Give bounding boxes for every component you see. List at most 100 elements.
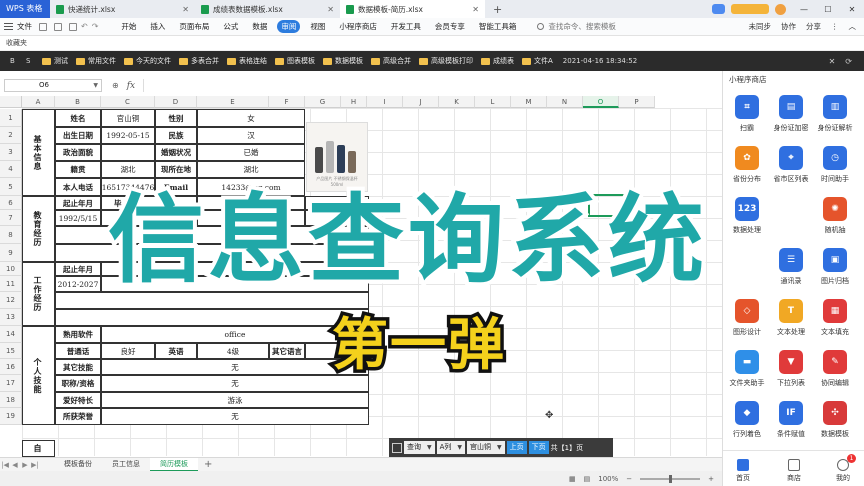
folder-bar-close-icon[interactable]: ✕ — [829, 57, 836, 66]
app-dropdown[interactable]: ▼ 下拉列表 — [769, 350, 813, 388]
app-number-123[interactable]: 123 数据处理 — [725, 197, 769, 235]
ribbon-tab[interactable]: 开发工具 — [384, 21, 428, 32]
ribbon-tab[interactable]: 审阅 — [277, 20, 301, 33]
preview-icon[interactable] — [69, 22, 77, 31]
close-icon[interactable]: ✕ — [472, 5, 479, 14]
row-header[interactable]: 9 — [0, 244, 22, 262]
minimize-icon[interactable]: — — [792, 5, 816, 14]
zoom-search-icon[interactable]: ⊕ — [112, 81, 119, 90]
column-header[interactable]: C — [101, 96, 155, 108]
zoom-level[interactable]: 100% — [598, 475, 618, 483]
app-text-fill[interactable]: ▦ 文本填充 — [813, 299, 857, 337]
row-header[interactable]: 16 — [0, 359, 22, 375]
sheet-tab[interactable]: 模板备份 — [54, 458, 102, 472]
prev-sheet-icon[interactable]: ◀ — [10, 461, 20, 469]
column-header[interactable]: P — [619, 96, 655, 108]
folder-item[interactable]: 测试 — [42, 56, 68, 66]
zoom-thumb[interactable] — [668, 474, 672, 483]
app-if[interactable]: IF 条件赋值 — [769, 401, 813, 439]
row-header[interactable]: 11 — [0, 276, 22, 292]
drive-letter-s[interactable]: S — [26, 57, 42, 65]
folder-item[interactable]: 常用文件 — [76, 56, 116, 66]
app-network[interactable]: ✣ 数据模板 — [813, 401, 857, 439]
folder-item[interactable]: 高级模板打印 — [419, 56, 473, 66]
collab-button[interactable]: 协作 — [781, 21, 796, 32]
first-sheet-icon[interactable]: |◀ — [0, 461, 10, 469]
sheet-tab[interactable]: 简历模板 — [150, 457, 198, 472]
column-header[interactable]: H — [341, 96, 367, 108]
ribbon-tab[interactable]: 数据 — [245, 21, 274, 32]
row-header[interactable]: 4 — [0, 161, 22, 178]
favorites-label[interactable]: 收藏夹 — [6, 38, 27, 48]
undo-icon[interactable]: ↶ — [81, 22, 88, 31]
share-button[interactable]: 分享 — [806, 21, 821, 32]
add-sheet-icon[interactable]: + — [198, 459, 218, 470]
column-header[interactable]: F — [269, 96, 305, 108]
command-search[interactable]: 查找命令、搜索模板 — [537, 21, 616, 32]
column-header[interactable]: B — [55, 96, 101, 108]
ribbon-tab[interactable]: 开始 — [114, 21, 143, 32]
panel-store[interactable]: 商店 — [774, 459, 814, 483]
row-header[interactable]: 14 — [0, 326, 22, 343]
select-all-corner[interactable] — [0, 96, 22, 108]
query-settings-icon[interactable] — [392, 442, 402, 453]
member-badge[interactable] — [731, 4, 769, 14]
query-mode-select[interactable]: 查询 ▼ — [404, 441, 435, 454]
folder-item[interactable]: 今天的文件 — [124, 56, 171, 66]
sheet-tab[interactable]: 员工信息 — [102, 458, 150, 472]
folder-item[interactable]: 多表合并 — [179, 56, 219, 66]
ribbon-tab[interactable]: 视图 — [303, 21, 332, 32]
print-icon[interactable] — [54, 22, 62, 31]
zoom-out-icon[interactable]: − — [626, 475, 632, 483]
app-clock[interactable]: ◷ 时间助手 — [813, 146, 857, 184]
value-ethnic[interactable]: 汉 — [197, 127, 305, 144]
work-row-empty[interactable] — [55, 309, 369, 326]
redo-icon[interactable]: ↷ — [92, 22, 99, 31]
query-column-select[interactable]: A列 ▼ — [436, 441, 466, 454]
next-sheet-icon[interactable]: ▶ — [20, 461, 30, 469]
value-party[interactable] — [101, 144, 155, 161]
value-english[interactable]: 4级 — [197, 343, 269, 359]
last-sheet-icon[interactable]: ▶| — [30, 461, 40, 469]
app-design[interactable]: ◇ 图形设计 — [725, 299, 769, 337]
column-header[interactable]: M — [511, 96, 547, 108]
value-title[interactable]: 无 — [101, 375, 369, 392]
collapse-ribbon-icon[interactable]: ︿ — [849, 21, 857, 32]
folder-item[interactable]: 图表模板 — [275, 56, 315, 66]
view-page-icon[interactable]: ▤ — [584, 475, 591, 483]
row-header[interactable]: 1 — [0, 109, 22, 127]
ribbon-tab[interactable]: 智能工具箱 — [472, 21, 524, 32]
column-header[interactable]: E — [197, 96, 269, 108]
zoom-slider[interactable] — [640, 474, 701, 483]
value-hobby[interactable]: 游泳 — [101, 392, 369, 408]
app-location[interactable]: ⌖ 省市区列表 — [769, 146, 813, 184]
folder-item[interactable]: 数据模板 — [323, 56, 363, 66]
ribbon-tab[interactable]: 页面布局 — [172, 21, 216, 32]
value-mandarin[interactable]: 良好 — [101, 343, 155, 359]
app-id-parse[interactable]: ▥ 身份证解析 — [813, 95, 857, 133]
row-header[interactable]: 7 — [0, 210, 22, 226]
value-name[interactable]: 官山铜 — [101, 109, 155, 127]
folder-item[interactable]: 表格连结 — [227, 56, 267, 66]
column-header[interactable]: G — [305, 96, 341, 108]
menu-icon[interactable] — [4, 23, 13, 30]
value-honor[interactable]: 无 — [101, 408, 369, 425]
product-photo[interactable]: 产品图片 不锈钢保温杯 500ml — [306, 122, 368, 192]
app-wheel[interactable]: ✺ 随机抽 — [813, 197, 857, 235]
value-work-period[interactable]: 2012-2027 — [55, 276, 101, 292]
wps-app-tab[interactable]: WPS 表格 — [0, 0, 50, 18]
drive-letter-b[interactable]: B — [10, 57, 26, 65]
doc-tab-3[interactable]: 数据模板-简历.xlsx ✕ — [340, 0, 485, 18]
ribbon-tab[interactable]: 小程序商店 — [332, 21, 384, 32]
app-paint-bucket[interactable]: ◆ 行列着色 — [725, 401, 769, 439]
doc-tab-1[interactable]: 快递统计.xlsx ✕ — [50, 0, 195, 18]
value-origin[interactable]: 湖北 — [101, 161, 155, 178]
column-header[interactable]: I — [367, 96, 403, 108]
ribbon-tab[interactable]: 公式 — [216, 21, 245, 32]
value-edu-period[interactable]: 1992/5/15 — [55, 210, 101, 226]
name-box[interactable]: O6 ▼ — [4, 79, 102, 92]
maximize-icon[interactable]: ☐ — [816, 5, 840, 14]
column-header[interactable]: D — [155, 96, 197, 108]
value-marital[interactable]: 已婚 — [197, 144, 305, 161]
function-icon[interactable]: fx — [127, 81, 135, 91]
